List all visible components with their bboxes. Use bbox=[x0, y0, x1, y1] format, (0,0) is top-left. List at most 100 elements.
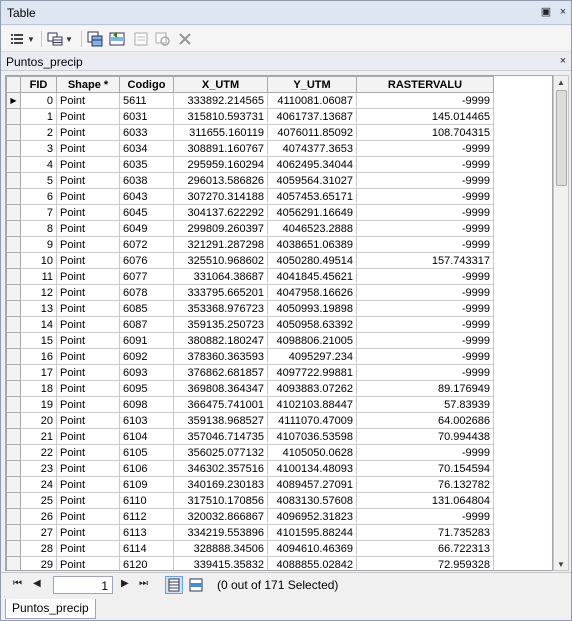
cell-codigo[interactable]: 6035 bbox=[119, 156, 174, 173]
cell-rastervalu[interactable]: -9999 bbox=[356, 300, 494, 317]
cell-rastervalu[interactable]: -9999 bbox=[356, 156, 494, 173]
cell-rastervalu[interactable]: -9999 bbox=[356, 316, 494, 333]
vertical-scrollbar[interactable]: ▲ ▼ bbox=[553, 75, 569, 571]
cell-x-utm[interactable]: 380882.180247 bbox=[173, 332, 268, 349]
column-header-rastervalu[interactable]: RASTERVALU bbox=[356, 76, 494, 93]
cell-x-utm[interactable]: 378360.363593 bbox=[173, 348, 268, 365]
cell-x-utm[interactable]: 366475.741001 bbox=[173, 396, 268, 413]
cell-fid[interactable]: 7 bbox=[20, 204, 57, 221]
cell-y-utm[interactable]: 4047958.16626 bbox=[267, 284, 357, 301]
cell-fid[interactable]: 27 bbox=[20, 524, 57, 541]
row-selector[interactable]: ▶ bbox=[6, 92, 21, 109]
cell-rastervalu[interactable]: -9999 bbox=[356, 188, 494, 205]
table-row[interactable]: 8 Point 6049 299809.260397 4046523.2888 -9999 bbox=[6, 220, 494, 237]
cell-codigo[interactable]: 6078 bbox=[119, 284, 174, 301]
cell-rastervalu[interactable]: 89.176949 bbox=[356, 380, 494, 397]
cell-fid[interactable]: 20 bbox=[20, 412, 57, 429]
pin-icon[interactable]: ▣ bbox=[539, 5, 553, 19]
cell-shape[interactable]: Point bbox=[56, 92, 120, 109]
cell-fid[interactable]: 3 bbox=[20, 140, 57, 157]
cell-codigo[interactable]: 6114 bbox=[119, 540, 174, 557]
cell-y-utm[interactable]: 4100134.48093 bbox=[267, 460, 357, 477]
cell-fid[interactable]: 13 bbox=[20, 300, 57, 317]
table-row[interactable]: 12 Point 6078 333795.665201 4047958.16626 -99… bbox=[6, 284, 494, 301]
cell-fid[interactable]: 11 bbox=[20, 268, 57, 285]
row-selector[interactable] bbox=[6, 220, 21, 237]
row-selector[interactable] bbox=[6, 444, 21, 461]
cell-y-utm[interactable]: 4074377.3653 bbox=[267, 140, 357, 157]
cell-x-utm[interactable]: 339415.35832 bbox=[173, 556, 268, 570]
cell-x-utm[interactable]: 340169.230183 bbox=[173, 476, 268, 493]
zoom-to-selected-button[interactable] bbox=[155, 30, 171, 48]
table-row[interactable]: 27 Point 6113 334219.553896 4101595.88244 71.… bbox=[6, 524, 494, 541]
cell-codigo[interactable]: 6110 bbox=[119, 492, 174, 509]
row-selector[interactable] bbox=[6, 204, 21, 221]
table-row[interactable]: 7 Point 6045 304137.622292 4056291.16649 -999… bbox=[6, 204, 494, 221]
cell-codigo[interactable]: 6072 bbox=[119, 236, 174, 253]
cell-shape[interactable]: Point bbox=[56, 188, 120, 205]
cell-codigo[interactable]: 6045 bbox=[119, 204, 174, 221]
cell-shape[interactable]: Point bbox=[56, 236, 120, 253]
cell-y-utm[interactable]: 4093883.07262 bbox=[267, 380, 357, 397]
cell-rastervalu[interactable]: -9999 bbox=[356, 332, 494, 349]
cell-codigo[interactable]: 6098 bbox=[119, 396, 174, 413]
cell-y-utm[interactable]: 4050958.63392 bbox=[267, 316, 357, 333]
cell-shape[interactable]: Point bbox=[56, 124, 120, 141]
cell-shape[interactable]: Point bbox=[56, 172, 120, 189]
column-header-shape[interactable]: Shape * bbox=[56, 76, 120, 93]
scroll-up-icon[interactable]: ▲ bbox=[557, 78, 565, 87]
cell-rastervalu[interactable]: -9999 bbox=[356, 236, 494, 253]
cell-shape[interactable]: Point bbox=[56, 252, 120, 269]
next-record-icon[interactable]: ▶ bbox=[121, 578, 129, 589]
cell-x-utm[interactable]: 346302.357516 bbox=[173, 460, 268, 477]
cell-shape[interactable]: Point bbox=[56, 316, 120, 333]
cell-y-utm[interactable]: 4098806.21005 bbox=[267, 332, 357, 349]
row-selector-header[interactable] bbox=[6, 76, 21, 93]
cell-fid[interactable]: 12 bbox=[20, 284, 57, 301]
previous-record-icon[interactable]: ◀ bbox=[33, 578, 41, 589]
cell-shape[interactable]: Point bbox=[56, 364, 120, 381]
cell-rastervalu[interactable]: 145.014465 bbox=[356, 108, 494, 125]
show-all-records-button[interactable] bbox=[165, 576, 183, 594]
cell-fid[interactable]: 8 bbox=[20, 220, 57, 237]
cell-x-utm[interactable]: 321291.287298 bbox=[173, 236, 268, 253]
table-row[interactable]: 6 Point 6043 307270.314188 4057453.65171 -999… bbox=[6, 188, 494, 205]
select-by-attributes-button[interactable] bbox=[87, 30, 103, 48]
cell-x-utm[interactable]: 353368.976723 bbox=[173, 300, 268, 317]
cell-rastervalu[interactable]: 76.132782 bbox=[356, 476, 494, 493]
cell-codigo[interactable]: 6103 bbox=[119, 412, 174, 429]
table-row[interactable]: 10 Point 6076 325510.968602 4050280.49514 157… bbox=[6, 252, 494, 269]
cell-rastervalu[interactable]: 71.735283 bbox=[356, 524, 494, 541]
cell-codigo[interactable]: 6031 bbox=[119, 108, 174, 125]
cell-fid[interactable]: 9 bbox=[20, 236, 57, 253]
cell-x-utm[interactable]: 334219.553896 bbox=[173, 524, 268, 541]
cell-x-utm[interactable]: 369808.364347 bbox=[173, 380, 268, 397]
row-selector[interactable] bbox=[6, 556, 21, 570]
column-header-y-utm[interactable]: Y_UTM bbox=[267, 76, 357, 93]
cell-y-utm[interactable]: 4046523.2888 bbox=[267, 220, 357, 237]
cell-x-utm[interactable]: 376862.681857 bbox=[173, 364, 268, 381]
row-selector[interactable] bbox=[6, 140, 21, 157]
cell-y-utm[interactable]: 4050280.49514 bbox=[267, 252, 357, 269]
cell-shape[interactable]: Point bbox=[56, 108, 120, 125]
cell-fid[interactable]: 15 bbox=[20, 332, 57, 349]
cell-y-utm[interactable]: 4061737.13687 bbox=[267, 108, 357, 125]
cell-y-utm[interactable]: 4038651.06389 bbox=[267, 236, 357, 253]
cell-y-utm[interactable]: 4050993.19898 bbox=[267, 300, 357, 317]
table-options-button[interactable]: ▼ bbox=[9, 30, 35, 48]
cell-rastervalu[interactable]: 108.704315 bbox=[356, 124, 494, 141]
cell-shape[interactable]: Point bbox=[56, 476, 120, 493]
table-row[interactable]: 15 Point 6091 380882.180247 4098806.21005 -99… bbox=[6, 332, 494, 349]
table-row[interactable]: 16 Point 6092 378360.363593 4095297.234 -9999 bbox=[6, 348, 494, 365]
row-selector[interactable] bbox=[6, 460, 21, 477]
cell-codigo[interactable]: 6049 bbox=[119, 220, 174, 237]
cell-codigo[interactable]: 6104 bbox=[119, 428, 174, 445]
cell-codigo[interactable]: 6093 bbox=[119, 364, 174, 381]
last-record-icon[interactable]: ⏭ bbox=[139, 578, 148, 589]
row-selector[interactable] bbox=[6, 236, 21, 253]
cell-rastervalu[interactable]: -9999 bbox=[356, 220, 494, 237]
cell-shape[interactable]: Point bbox=[56, 396, 120, 413]
cell-codigo[interactable]: 6038 bbox=[119, 172, 174, 189]
cell-shape[interactable]: Point bbox=[56, 556, 120, 570]
cell-codigo[interactable]: 6095 bbox=[119, 380, 174, 397]
